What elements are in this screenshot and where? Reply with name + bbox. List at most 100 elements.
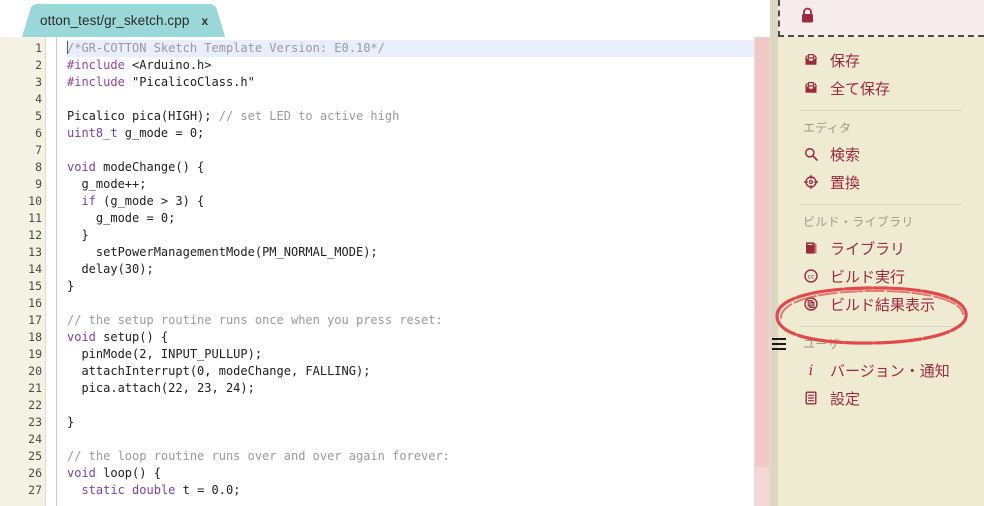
code-pane[interactable]: 1 2 3 4 5 6 7 8 9 10 11 12 13 14 15 16 17 18 19 20 21 22 23 24 2…: [0, 37, 770, 506]
sidebar-item-build-2[interactable]: ビルド結果表示: [778, 290, 984, 318]
sidebar-item-file-1[interactable]: 全て保存: [778, 74, 984, 102]
line-number: 9: [35, 177, 42, 191]
code-line[interactable]: #include <Arduino.h>: [67, 57, 770, 74]
svg-text:i: i: [809, 363, 813, 378]
code-line[interactable]: [67, 91, 770, 108]
code-text-area[interactable]: /*GR-COTTON Sketch Template Version: E0.…: [56, 37, 770, 506]
code-line[interactable]: // the loop routine runs over and over a…: [67, 448, 770, 465]
code-line[interactable]: }: [67, 278, 770, 295]
code-line[interactable]: pica.attach(22, 23, 24);: [67, 380, 770, 397]
code-token: "PicalicoClass.h": [132, 75, 255, 89]
right-sidebar: 保存 全て保存 エディタ 検索 置換 ビルド・ライブラリ ライブラリ cc ビルド実行 ビルド結果…: [770, 0, 984, 506]
code-token: pica.attach(22, 23, 24);: [67, 381, 255, 395]
gutter-lines: 1 2 3 4 5 6 7 8 9 10 11 12 13 14 15 16 17 18 19 20 21 22 23 24 2…: [0, 40, 46, 499]
code-line[interactable]: g_mode++;: [67, 176, 770, 193]
code-token: uint8_t: [67, 126, 118, 140]
sidebar-item-user-0[interactable]: i バージョン・通知: [778, 356, 984, 384]
replace-icon: [803, 174, 819, 190]
code-line[interactable]: attachInterrupt(0, modeChange, FALLING);: [67, 363, 770, 380]
scrollbar-thumb[interactable]: [755, 37, 769, 467]
code-line[interactable]: static double t = 0.0;: [67, 482, 770, 499]
line-number: 22: [28, 398, 42, 412]
code-token: void: [67, 330, 96, 344]
sidebar-divider: [800, 110, 962, 111]
code-line[interactable]: delay(30);: [67, 261, 770, 278]
tab-gr-sketch-cpp[interactable]: otton_test/gr_sketch.cpp x: [22, 4, 225, 37]
sidebar-item-file-0[interactable]: 保存: [778, 46, 984, 74]
sidebar-lock-bar: [778, 0, 984, 37]
code-line[interactable]: uint8_t g_mode = 0;: [67, 125, 770, 142]
gutter-separator: [45, 37, 46, 506]
sidebar-item-label: 検索: [830, 145, 861, 164]
line-number: 2: [35, 58, 42, 72]
code-line[interactable]: setPowerManagementMode(PM_NORMAL_MODE);: [67, 244, 770, 261]
code-line[interactable]: /*GR-COTTON Sketch Template Version: E0.…: [67, 40, 770, 57]
lock-icon[interactable]: [800, 7, 815, 29]
code-token: loop() {: [95, 466, 161, 480]
code-line[interactable]: [67, 431, 770, 448]
svg-text:cc: cc: [807, 273, 815, 281]
sidebar-item-build-0[interactable]: ライブラリ: [778, 234, 984, 262]
line-number: 10: [28, 194, 42, 208]
sidebar-item-label: バージョン・通知: [830, 361, 950, 380]
code-token: Picalico pica(HIGH);: [67, 109, 219, 123]
line-number: 17: [28, 313, 42, 327]
code-token: }: [67, 228, 89, 242]
build-result-icon: [803, 296, 819, 312]
hamburger-menu-icon[interactable]: [772, 338, 786, 350]
sidebar-item-build-1[interactable]: cc ビルド実行: [778, 262, 984, 290]
code-line[interactable]: pinMode(2, INPUT_PULLUP);: [67, 346, 770, 363]
line-number: 11: [28, 211, 42, 225]
code-token: (g_mode > 3) {: [95, 194, 205, 208]
code-token: pinMode(2, INPUT_PULLUP);: [67, 347, 263, 361]
code-line[interactable]: }: [67, 414, 770, 431]
sidebar-item-user-1[interactable]: 設定: [778, 384, 984, 412]
sidebar-item-label: ビルド実行: [830, 267, 906, 286]
code-line[interactable]: void loop() {: [67, 465, 770, 482]
sidebar-item-label: ライブラリ: [830, 239, 906, 258]
line-number: 18: [28, 330, 42, 344]
sidebar-item-editor-0[interactable]: 検索: [778, 140, 984, 168]
hamburger-bar-3: [772, 348, 786, 350]
code-line[interactable]: #include "PicalicoClass.h": [67, 74, 770, 91]
compile-cc-icon: cc: [803, 268, 819, 284]
sidebar-menu: 保存 全て保存 エディタ 検索 置換 ビルド・ライブラリ ライブラリ cc ビルド実行 ビルド結果…: [778, 37, 984, 506]
code-line[interactable]: [67, 142, 770, 159]
line-number: 27: [28, 483, 42, 497]
code-line[interactable]: Picalico pica(HIGH); // set LED to activ…: [67, 108, 770, 125]
line-number: 1: [35, 41, 42, 55]
sidebar-item-editor-1[interactable]: 置換: [778, 168, 984, 196]
line-number: 6: [35, 126, 42, 140]
code-token: void: [67, 160, 96, 174]
code-line[interactable]: void modeChange() {: [67, 159, 770, 176]
line-number: 20: [28, 364, 42, 378]
code-token: /*GR-COTTON Sketch Template Version: E0.…: [67, 41, 385, 55]
code-token: }: [67, 415, 75, 429]
code-token: setPowerManagementMode(PM_NORMAL_MODE);: [67, 245, 378, 259]
code-line[interactable]: [67, 295, 770, 312]
editor-vertical-scrollbar[interactable]: [754, 37, 770, 506]
code-token: static: [81, 483, 125, 497]
sidebar-item-label: 設定: [830, 389, 861, 408]
line-number: 3: [35, 75, 42, 89]
code-line[interactable]: if (g_mode > 3) {: [67, 193, 770, 210]
code-token: if: [81, 194, 96, 208]
code-line[interactable]: [67, 397, 770, 414]
search-icon: [803, 146, 819, 162]
sidebar-section-header: エディタ: [803, 121, 852, 135]
code-line[interactable]: g_mode = 0;: [67, 210, 770, 227]
sidebar-item-label: 置換: [830, 173, 861, 192]
sidebar-divider: [800, 326, 962, 327]
tab-label: otton_test/gr_sketch.cpp: [40, 13, 190, 28]
tab-close-icon[interactable]: x: [199, 13, 212, 29]
line-number: 23: [28, 415, 42, 429]
line-number: 16: [28, 296, 42, 310]
line-number: 14: [28, 262, 42, 276]
code-line[interactable]: // the setup routine runs once when you …: [67, 312, 770, 329]
code-line[interactable]: void setup() {: [67, 329, 770, 346]
line-number: 24: [28, 432, 42, 446]
code-line[interactable]: }: [67, 227, 770, 244]
